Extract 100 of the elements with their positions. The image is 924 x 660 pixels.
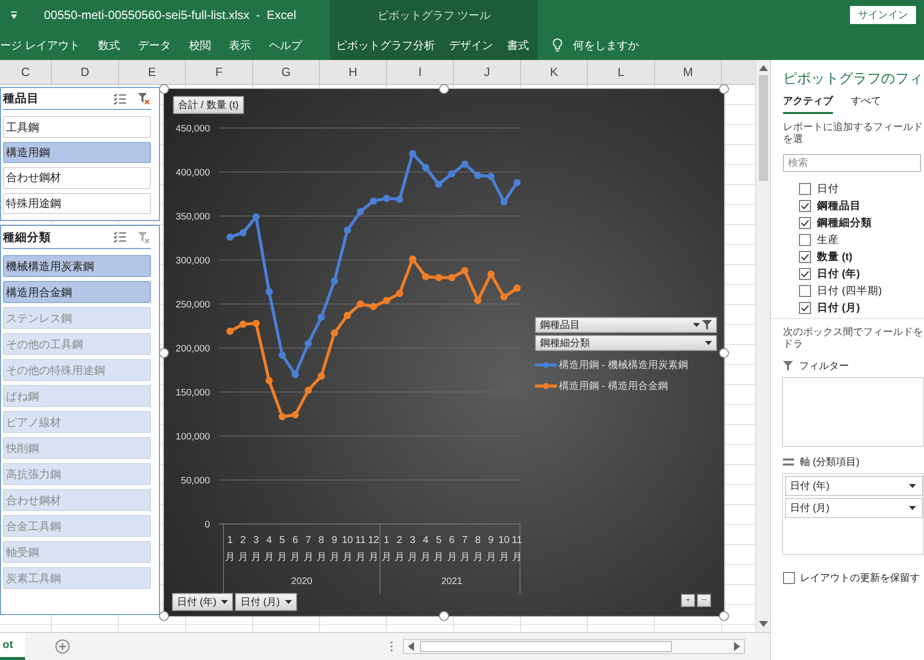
column-header[interactable]: C — [0, 60, 52, 84]
axis-field-button[interactable]: 日付 (年) — [172, 593, 234, 611]
checkbox[interactable] — [799, 200, 811, 212]
column-header[interactable]: M — [655, 60, 722, 84]
slicer-item[interactable]: 構造用合金鋼 — [3, 281, 151, 303]
x-axis-label: 6月 — [446, 535, 457, 563]
resize-handle[interactable] — [439, 611, 449, 621]
data-point — [356, 300, 364, 308]
resize-handle[interactable] — [719, 611, 729, 621]
multi-select-icon[interactable] — [113, 231, 127, 243]
slicer-item[interactable]: 構造用鋼 — [3, 142, 151, 164]
scrollbar-thumb[interactable] — [758, 75, 768, 181]
checkbox[interactable] — [799, 268, 811, 280]
data-point — [356, 208, 364, 216]
slicer-item[interactable]: 特殊用途鋼 — [3, 192, 151, 214]
expand-collapse-button[interactable]: + — [681, 594, 695, 607]
field-label: 日付 (月) — [817, 300, 860, 314]
slicer-item[interactable]: 機械構造用炭素鋼 — [3, 255, 151, 277]
tell-me-search[interactable]: 何をしますか — [563, 38, 648, 52]
checkbox[interactable] — [799, 250, 811, 262]
checkbox[interactable] — [799, 302, 811, 314]
sign-in-button[interactable]: サインイン — [850, 6, 916, 24]
column-header[interactable]: D — [52, 60, 119, 84]
ribbon-tab[interactable]: ヘルプ — [260, 38, 312, 52]
scroll-right-icon[interactable] — [734, 642, 740, 651]
lightbulb-icon[interactable] — [552, 38, 563, 52]
data-point — [382, 194, 390, 202]
caret-icon — [909, 484, 916, 488]
scroll-up-icon[interactable] — [758, 65, 768, 71]
x-axis-label: 3月 — [408, 535, 418, 563]
resize-handle[interactable] — [439, 84, 449, 94]
y-axis-label: 450,000 — [176, 124, 210, 134]
column-header[interactable]: E — [119, 60, 186, 84]
ribbon-tab[interactable]: デザイン — [442, 38, 500, 52]
column-header[interactable]: J — [454, 60, 521, 84]
caret-icon — [284, 600, 292, 604]
data-point — [461, 160, 468, 168]
ribbon-tab[interactable]: ピボットグラフ分析 — [332, 38, 442, 52]
add-sheet-icon[interactable] — [55, 639, 70, 654]
column-header[interactable]: H — [320, 60, 387, 84]
column-header[interactable]: L — [588, 60, 655, 84]
drop-area[interactable]: 日付 (年) 日付 (月) — [782, 473, 924, 555]
clear-filter-icon[interactable] — [137, 92, 151, 106]
resize-handle[interactable] — [719, 84, 729, 94]
window-title: 00550-meti-00550560-sei5-full-list.xlsx - Excel — [44, 8, 296, 22]
multi-select-icon[interactable] — [113, 92, 127, 105]
field-label: 鋼種品目 — [817, 198, 861, 212]
legend-field-button[interactable]: 鋼種品目 — [535, 317, 717, 333]
vertical-scrollbar[interactable] — [755, 60, 770, 632]
checkbox[interactable] — [799, 216, 811, 228]
data-point — [292, 370, 299, 378]
checkbox[interactable] — [799, 284, 811, 296]
ribbon-tab[interactable]: 表示 — [220, 38, 260, 52]
split-handle-icon[interactable] — [390, 641, 393, 652]
scroll-down-icon[interactable] — [758, 621, 768, 627]
axis-field-button[interactable]: 日付 (月) — [235, 593, 297, 611]
expand-collapse-button[interactable]: − — [697, 594, 711, 607]
checkbox[interactable] — [799, 234, 811, 246]
horizontal-scrollbar[interactable] — [403, 639, 745, 654]
resize-handle[interactable] — [159, 611, 169, 621]
field-label: 日付 (年) — [817, 266, 860, 280]
checkbox[interactable] — [783, 572, 795, 584]
y-axis-label: 250,000 — [176, 300, 210, 310]
slicer-title: 種細分類 — [3, 230, 52, 244]
search-field[interactable]: 検索 — [783, 154, 921, 172]
pane-tab[interactable]: アクティブ — [783, 94, 833, 114]
sheet-tab[interactable]: ot — [0, 633, 25, 660]
area-field-dropdown[interactable]: 日付 (月) — [785, 498, 923, 518]
data-point — [344, 312, 351, 320]
checkbox[interactable] — [799, 182, 811, 194]
resize-handle[interactable] — [159, 84, 169, 94]
column-header[interactable]: G — [253, 60, 320, 84]
resize-handle[interactable] — [719, 348, 729, 358]
cell-grid[interactable] — [0, 85, 755, 632]
ribbon-tab[interactable]: 数式 — [89, 38, 130, 52]
ribbon-tab[interactable]: 書式 — [500, 38, 536, 52]
resize-handle[interactable] — [159, 348, 169, 358]
ribbon-tab[interactable]: データ — [129, 38, 180, 52]
column-header[interactable]: F — [186, 60, 253, 84]
pane-title: ピボットグラフのフィ — [783, 70, 924, 88]
x-axis-label: 5月 — [434, 535, 444, 563]
data-point — [474, 296, 482, 304]
x-axis-label: 6月 — [290, 535, 300, 563]
ribbon-tab[interactable]: ージ レイアウト — [0, 38, 90, 52]
legend-field-button[interactable]: 鋼種細分類 — [535, 335, 717, 351]
value-field-button[interactable]: 合計 / 数量 (t) — [173, 96, 244, 114]
slicer-item[interactable]: 工具鋼 — [3, 116, 151, 138]
column-header[interactable]: I — [387, 60, 454, 84]
ribbon-tab[interactable]: 校閲 — [180, 38, 220, 52]
scroll-left-icon[interactable] — [408, 642, 414, 651]
column-header[interactable]: K — [521, 60, 588, 84]
scrollbar-thumb[interactable] — [420, 641, 672, 652]
x-axis-label: 10月 — [342, 535, 353, 563]
area-field-dropdown[interactable]: 日付 (年) — [785, 476, 923, 496]
year-label: 2021 — [441, 576, 462, 587]
pane-tab[interactable]: すべて — [851, 94, 881, 114]
x-axis-label: 1月 — [382, 535, 392, 563]
data-point — [513, 178, 521, 186]
slicer-item[interactable]: 合わせ鋼材 — [3, 167, 151, 189]
customize-icon[interactable] — [10, 11, 18, 19]
